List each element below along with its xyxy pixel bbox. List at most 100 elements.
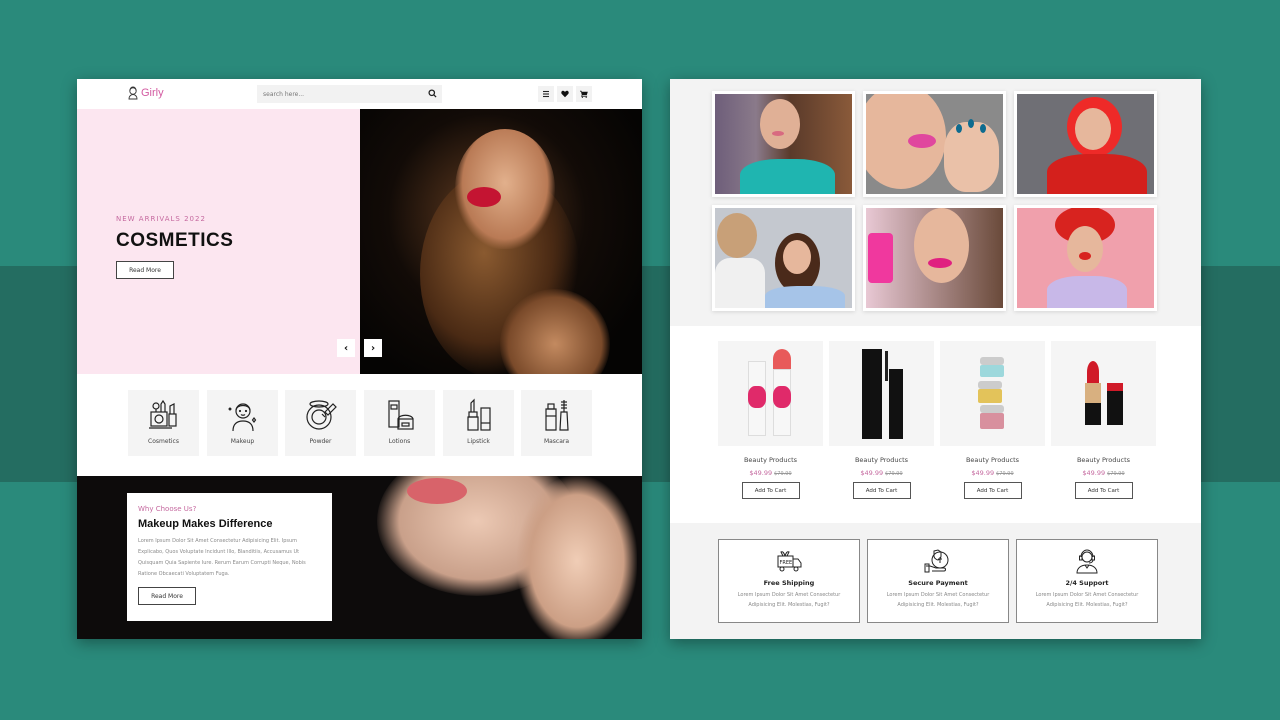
support-headset-icon xyxy=(1076,549,1098,574)
product-image-pink-lipstick[interactable] xyxy=(718,341,823,446)
add-to-cart-button[interactable]: Add To Cart xyxy=(963,482,1022,499)
gallery-image xyxy=(866,208,1003,308)
gallery-item[interactable] xyxy=(1014,91,1157,197)
gallery-image xyxy=(715,94,852,194)
why-image-hand xyxy=(517,476,637,639)
hero-prev-button[interactable]: ‹ xyxy=(337,339,355,357)
feature-text: Lorem Ipsum Dolor Sit Amet Consectetur A… xyxy=(737,592,841,608)
makeup-icon xyxy=(227,403,256,432)
why-title: Makeup Makes Difference xyxy=(138,518,273,530)
why-choose-us-section: Why Choose Us? Makeup Makes Difference L… xyxy=(77,476,642,639)
category-label: Mascara xyxy=(543,438,570,445)
feature-text: Lorem Ipsum Dolor Sit Amet Consectetur A… xyxy=(1035,592,1139,608)
gallery-image xyxy=(1017,94,1154,194)
category-label: Powder xyxy=(309,438,332,445)
add-to-cart-button[interactable]: Add To Cart xyxy=(741,482,800,499)
hero-subtitle: NEW ARRIVALS 2022 xyxy=(116,215,206,223)
product-current-price: $49.99 xyxy=(1082,469,1106,477)
header-actions xyxy=(538,86,592,102)
logo[interactable]: Girly xyxy=(127,86,164,100)
product-price: $49.99 $79.99 xyxy=(1051,469,1156,477)
hero-read-more-button[interactable]: Read More xyxy=(116,261,174,279)
product-old-price: $79.99 xyxy=(885,471,903,477)
gallery-section xyxy=(670,79,1201,326)
gallery-item[interactable] xyxy=(1014,205,1157,311)
product-old-price: $79.99 xyxy=(996,471,1014,477)
category-label: Cosmetics xyxy=(148,438,179,445)
feature-title: Free Shipping xyxy=(763,579,815,587)
category-card-cosmetics[interactable]: Cosmetics xyxy=(128,390,199,456)
why-description: Lorem Ipsum Dolor Sit Amet Consectetur A… xyxy=(138,538,306,577)
why-read-more-button[interactable]: Read More xyxy=(138,587,196,605)
features-section: FREE Free Shipping Lorem Ipsum Dolor Sit… xyxy=(670,523,1201,639)
product-price: $49.99 $79.99 xyxy=(940,469,1045,477)
feature-text: Lorem Ipsum Dolor Sit Amet Consectetur A… xyxy=(886,592,990,608)
category-card-mascara[interactable]: Mascara xyxy=(521,390,592,456)
product-image-black-mascara[interactable] xyxy=(829,341,934,446)
add-to-cart-button[interactable]: Add To Cart xyxy=(1074,482,1133,499)
search-input[interactable] xyxy=(263,90,423,98)
hero-image-lips xyxy=(467,187,501,207)
gallery-item[interactable] xyxy=(712,205,855,311)
category-label: Makeup xyxy=(230,438,255,445)
gallery-item[interactable] xyxy=(712,91,855,197)
product-name: Beauty Products xyxy=(1076,456,1131,464)
site-header: Girly xyxy=(77,79,642,109)
product-name: Beauty Products xyxy=(854,456,909,464)
product-image-red-lipstick[interactable] xyxy=(1051,341,1156,446)
search-bar xyxy=(257,85,442,103)
cart-button[interactable] xyxy=(576,86,592,102)
category-card-makeup[interactable]: Makeup xyxy=(207,390,278,456)
product-old-price: $79.99 xyxy=(774,471,792,477)
category-card-powder[interactable]: Powder xyxy=(285,390,356,456)
wishlist-button[interactable] xyxy=(557,86,573,102)
hero-title: COSMETICS xyxy=(116,230,234,251)
mascara-icon xyxy=(544,400,569,431)
gallery-image xyxy=(1017,208,1154,308)
feature-card-support: 2/4 Support Lorem Ipsum Dolor Sit Amet C… xyxy=(1016,539,1158,623)
feature-card-free-shipping: FREE Free Shipping Lorem Ipsum Dolor Sit… xyxy=(718,539,860,623)
product-card: Beauty Products $49.99 $79.99 Add To Cart xyxy=(718,341,823,499)
hero-next-button[interactable]: › xyxy=(364,339,382,357)
why-image-lips xyxy=(407,478,467,504)
categories-section: Cosmetics Makeup Powder Lotions Lipstick… xyxy=(77,374,642,476)
homepage-mockup: Girly NEW ARRIVALS 2022 COSMETICS Read M… xyxy=(77,79,642,639)
product-card: Beauty Products $49.99 $79.99 Add To Cart xyxy=(1051,341,1156,499)
menu-icon xyxy=(543,90,549,98)
category-card-lipstick[interactable]: Lipstick xyxy=(443,390,514,456)
hero-section: NEW ARRIVALS 2022 COSMETICS Read More ‹ … xyxy=(77,109,642,374)
powder-icon xyxy=(305,400,337,430)
product-card: Beauty Products $49.99 $79.99 Add To Cart xyxy=(829,341,934,499)
product-name: Beauty Products xyxy=(965,456,1020,464)
add-to-cart-button[interactable]: Add To Cart xyxy=(852,482,911,499)
why-subtitle: Why Choose Us? xyxy=(138,505,197,513)
product-image-cream-jars[interactable] xyxy=(940,341,1045,446)
lipstick-icon xyxy=(466,398,491,431)
logo-text: Girly xyxy=(141,87,164,99)
hero-text-panel: NEW ARRIVALS 2022 COSMETICS Read More xyxy=(77,109,360,374)
category-label: Lipstick xyxy=(467,438,490,445)
gallery-image xyxy=(715,208,852,308)
cosmetics-icon xyxy=(148,399,177,429)
feature-title: 2/4 Support xyxy=(1065,579,1109,587)
products-section: ‹ › Beauty Products $49.99$79.99 Add To … xyxy=(670,326,1201,523)
gallery-image xyxy=(866,94,1003,194)
heart-icon xyxy=(561,90,569,98)
product-name: Beauty Products xyxy=(743,456,798,464)
products-page-mockup: ‹ › Beauty Products $49.99$79.99 Add To … xyxy=(670,79,1201,639)
cart-icon xyxy=(580,90,588,98)
category-card-lotions[interactable]: Lotions xyxy=(364,390,435,456)
product-current-price: $49.99 xyxy=(860,469,884,477)
gallery-item[interactable] xyxy=(863,205,1006,311)
gallery-item[interactable] xyxy=(863,91,1006,197)
search-icon[interactable] xyxy=(428,89,437,98)
hero-image-model-in-hat xyxy=(360,109,642,374)
product-price: $49.99 $79.99 xyxy=(829,469,934,477)
menu-button[interactable] xyxy=(538,86,554,102)
product-current-price: $49.99 xyxy=(971,469,995,477)
lotions-icon xyxy=(387,400,414,430)
feature-title: Secure Payment xyxy=(908,579,968,587)
logo-girl-icon xyxy=(128,86,138,100)
category-label: Lotions xyxy=(388,438,411,445)
hero-image-face xyxy=(455,129,555,249)
